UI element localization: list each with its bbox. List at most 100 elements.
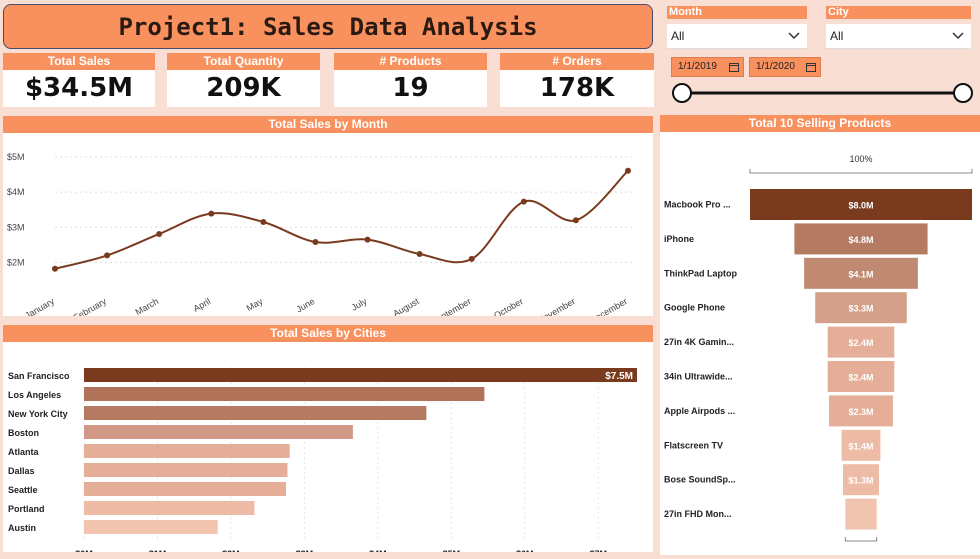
product-label: Macbook Pro ...	[664, 200, 731, 210]
city-dropdown[interactable]: All	[826, 24, 971, 49]
data-point	[208, 210, 215, 217]
bar	[84, 444, 290, 458]
product-label: Google Phone	[664, 303, 725, 313]
x-tick-label: $6M	[516, 549, 534, 552]
chart-title: Total 10 Selling Products	[660, 115, 980, 132]
x-tick-label: November	[536, 296, 577, 316]
x-tick-label: $3M	[296, 549, 314, 552]
data-point	[156, 230, 163, 237]
data-label: $3.3M	[848, 304, 873, 314]
data-label: $1.3M	[848, 476, 873, 486]
x-tick-label: $4M	[369, 549, 387, 552]
bar	[84, 463, 288, 477]
month-dropdown-value: All	[671, 29, 685, 43]
chevron-down-icon[interactable]	[951, 24, 965, 56]
category-label: New York City	[8, 409, 68, 419]
data-point	[625, 167, 631, 174]
funnel-chart-svg: 100% Macbook Pro ... $8.0M iPhone $4.8M Think…	[664, 154, 973, 559]
x-tick-label: March	[134, 296, 161, 316]
calendar-icon[interactable]	[806, 61, 816, 79]
x-tick-label: October	[492, 296, 525, 316]
kpi-label: # Orders	[500, 53, 654, 70]
data-point	[572, 217, 579, 224]
product-label: Bose SoundSp...	[664, 475, 736, 485]
bar	[84, 501, 255, 515]
kpi-total-quantity: Total Quantity 209K	[167, 53, 320, 107]
data-label: $8.0M	[848, 201, 873, 211]
date-from-input[interactable]: 1/1/2019	[671, 57, 744, 77]
x-tick-label: January	[23, 296, 56, 316]
kpi-total-sales: Total Sales $34.5M	[3, 53, 155, 107]
data-label: $4.8M	[848, 235, 873, 245]
data-label: $1.4M	[848, 441, 873, 451]
x-tick-label: $2M	[222, 549, 240, 552]
kpi-label: Total Sales	[3, 53, 155, 70]
bar	[84, 368, 637, 382]
line-chart-svg: $2M $3M $4M $5M January February March April May…	[7, 152, 633, 327]
date-to-input[interactable]: 1/1/2020	[749, 57, 821, 77]
monthly-sales-chart: Total Sales by Month $2M $3M $4M $5M January…	[3, 116, 653, 327]
bar-chart-svg: $0M $1M $2M $3M $4M $5M $6M $7M San Francisco Los…	[8, 367, 637, 559]
x-tick-label: $7M	[590, 549, 608, 552]
kpi-value: 209K	[206, 73, 281, 103]
slider-handle-end[interactable]	[953, 83, 973, 103]
slider-handle-start[interactable]	[672, 83, 692, 103]
data-point	[104, 252, 111, 259]
bar	[84, 406, 427, 420]
x-tick-label: February	[72, 296, 109, 316]
x-tick-label: April	[192, 296, 213, 314]
city-dropdown-value: All	[830, 29, 844, 43]
kpi-products: # Products 19	[334, 53, 487, 107]
bar	[84, 425, 353, 439]
y-tick-label: $2M	[7, 257, 25, 267]
kpi-orders: # Orders 178K	[500, 53, 654, 107]
bar	[84, 482, 287, 496]
month-dropdown[interactable]: All	[667, 24, 807, 49]
city-slicer[interactable]: City All	[826, 6, 971, 49]
x-tick-label: May	[245, 296, 265, 313]
kpi-label: Total Quantity	[167, 53, 320, 70]
x-tick-label: July	[350, 296, 369, 313]
funnel-bar	[845, 498, 877, 530]
date-to-value: 1/1/2020	[756, 61, 795, 72]
category-label: Atlanta	[8, 447, 39, 457]
chart-title: Total Sales by Month	[3, 116, 653, 133]
chart-title: Total Sales by Cities	[3, 325, 653, 342]
x-tick-label: June	[295, 296, 317, 314]
product-label: ThinkPad Laptop	[664, 268, 738, 278]
funnel-top-label: 100%	[849, 154, 872, 164]
data-point	[520, 198, 527, 205]
month-slicer[interactable]: Month All	[667, 6, 807, 49]
date-range-slider[interactable]	[670, 82, 975, 104]
calendar-icon[interactable]	[729, 61, 739, 79]
x-tick-label: $5M	[443, 549, 461, 552]
series-line	[54, 169, 629, 270]
date-from-value: 1/1/2019	[678, 61, 717, 72]
x-tick-label: $0M	[75, 549, 93, 552]
data-label: $4.1M	[848, 269, 873, 279]
report-title: Project1: Sales Data Analysis	[3, 4, 653, 49]
city-sales-chart: Total Sales by Cities $0M $1M $2M $3M $4M $5M…	[3, 325, 653, 559]
kpi-value: 178K	[539, 73, 615, 103]
category-label: Seattle	[8, 485, 38, 495]
kpi-value: $34.5M	[24, 73, 134, 103]
data-point	[260, 219, 267, 226]
kpi-value: 19	[392, 73, 429, 103]
bar	[84, 387, 485, 401]
bar	[84, 520, 218, 534]
y-tick-label: $3M	[7, 222, 25, 232]
data-point	[468, 255, 475, 262]
data-label: $7.5M	[605, 371, 633, 382]
product-label: iPhone	[664, 234, 694, 244]
month-slicer-label: Month	[667, 6, 807, 19]
data-label: $2.3M	[848, 407, 873, 417]
product-label: 34in Ultrawide...	[664, 372, 733, 382]
chevron-down-icon[interactable]	[787, 24, 801, 56]
data-point	[312, 239, 319, 246]
data-label: $2.4M	[848, 373, 873, 383]
product-label: 27in FHD Mon...	[664, 509, 732, 519]
product-label: Apple Airpods ...	[664, 406, 735, 416]
category-label: Dallas	[8, 466, 35, 476]
category-label: Boston	[8, 428, 39, 438]
y-tick-label: $4M	[7, 187, 25, 197]
